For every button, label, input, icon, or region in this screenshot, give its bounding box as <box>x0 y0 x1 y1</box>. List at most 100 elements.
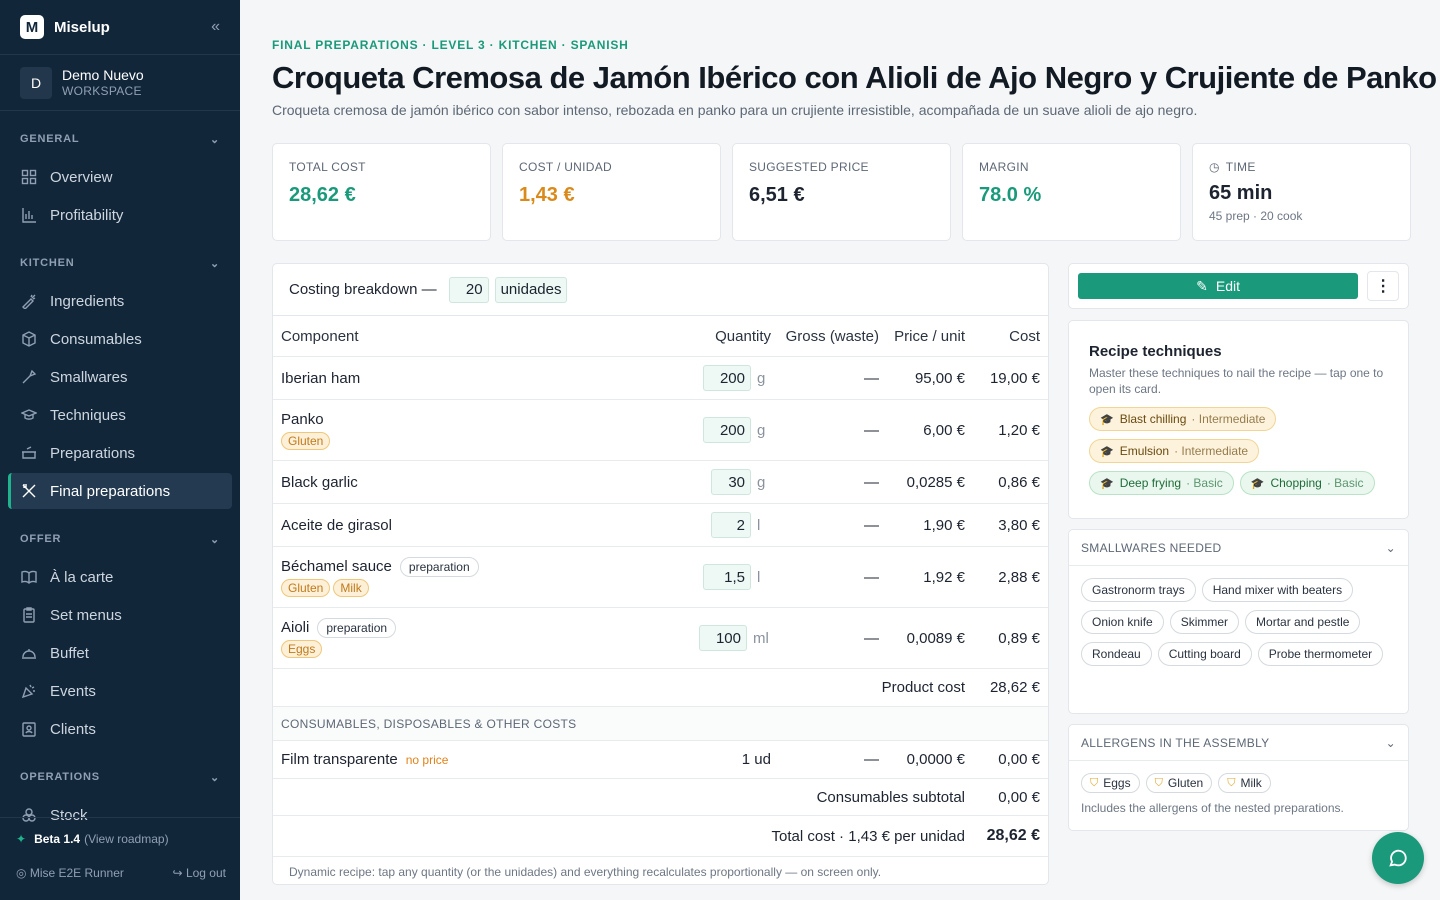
yield-unit-input[interactable]: unidades <box>494 276 568 303</box>
sidebar-item-final-preparations[interactable]: Final preparations <box>8 473 232 509</box>
smallwares-list: Gastronorm trays Hand mixer with beaters… <box>1069 566 1408 678</box>
sidebar-item-buffet[interactable]: Buffet <box>8 635 232 671</box>
consumable-name: Film transparente <box>281 751 398 768</box>
sidebar-item-label: Profitability <box>50 206 124 224</box>
gross-value: — <box>864 568 879 586</box>
product-cost-label: Product cost <box>881 679 965 696</box>
allergens-header[interactable]: ALLERGENS IN THE ASSEMBLY ⌄ <box>1069 725 1408 761</box>
no-price-flag: no price <box>405 753 449 767</box>
app-logo: M <box>20 15 44 39</box>
sidebar-item-overview[interactable]: Overview <box>8 159 232 195</box>
quantity-input[interactable]: 100 <box>699 625 747 651</box>
technique-chip[interactable]: 🎓 Emulsion · Intermediate <box>1089 439 1260 463</box>
price-value: 95,00 € <box>914 369 965 387</box>
smallware-chip[interactable]: Onion knife <box>1081 610 1164 634</box>
quantity-input[interactable]: 2 <box>711 512 751 538</box>
workspace-avatar: D <box>20 66 52 99</box>
party-icon <box>20 682 38 700</box>
allergens-note: Includes the allergens of the nested pre… <box>1081 801 1344 815</box>
sidebar-item-smallwares[interactable]: Smallwares <box>8 359 232 395</box>
smallware-chip[interactable]: Gastronorm trays <box>1081 578 1196 602</box>
sidebar-item-a-la-carte[interactable]: À la carte <box>8 559 232 595</box>
smallware-chip[interactable]: Hand mixer with beaters <box>1201 578 1354 602</box>
smallwares-title: SMALLWARES NEEDED <box>1081 540 1222 555</box>
technique-chip[interactable]: 🎓 Blast chilling · Intermediate <box>1089 407 1277 431</box>
component-name: Panko <box>281 410 324 428</box>
nav-section-general[interactable]: GENERAL ⌄ <box>0 127 240 151</box>
price-value: 0,0000 € <box>906 751 965 768</box>
nav-section-offer[interactable]: OFFER ⌄ <box>0 527 240 551</box>
sidebar-item-set-menus[interactable]: Set menus <box>8 597 232 633</box>
chat-button[interactable] <box>1372 832 1424 884</box>
table-row: Film transparente no price 1 ud — 0,0000 … <box>273 741 1048 779</box>
stat-label: COST / UNIDAD <box>519 160 613 174</box>
product-cost-row: Product cost 28,62 € <box>273 669 1048 707</box>
technique-level: · Intermediate <box>1191 412 1266 426</box>
roadmap-link[interactable]: (View roadmap) <box>84 832 168 846</box>
logout-button[interactable]: ↪ Log out <box>173 866 226 880</box>
allergen-tag: Milk <box>333 578 369 597</box>
stat-subtext: 45 prep · 20 cook <box>1209 209 1303 223</box>
version-badge[interactable]: ✦ Beta 1.4 (View roadmap) <box>16 832 169 846</box>
more-options-button[interactable]: ⋮ <box>1367 271 1399 301</box>
stat-label: TIME <box>1225 160 1256 174</box>
nav-section-title: GENERAL <box>20 133 80 145</box>
quantity-input[interactable]: 200 <box>703 365 751 391</box>
price-value: 1,90 € <box>923 516 965 534</box>
smallwares-header[interactable]: SMALLWARES NEEDED ⌄ <box>1069 530 1408 566</box>
preparation-tag[interactable]: preparation <box>317 617 397 638</box>
unit-label: g <box>757 421 766 439</box>
techniques-title: Recipe techniques <box>1089 343 1222 360</box>
cloche-icon <box>20 644 38 662</box>
gross-value: — <box>864 369 879 387</box>
sidebar-item-events[interactable]: Events <box>8 673 232 709</box>
table-row: Iberian ham 200 g — 95,00 € 19,00 € <box>273 357 1048 400</box>
collapse-sidebar-icon[interactable]: « <box>211 18 220 36</box>
smallware-chip[interactable]: Cutting board <box>1157 642 1252 666</box>
pot-icon <box>20 444 38 462</box>
sidebar-item-label: À la carte <box>50 568 114 586</box>
workspace-switcher[interactable]: D Demo Nuevo WORKSPACE <box>0 55 240 111</box>
smallware-chip[interactable]: Mortar and pestle <box>1245 610 1361 634</box>
stat-margin: MARGIN 78.0 % <box>962 143 1181 241</box>
stat-cost-unit: COST / UNIDAD 1,43 € <box>502 143 721 241</box>
quantity-input[interactable]: 200 <box>703 417 751 443</box>
sidebar-item-profitability[interactable]: Profitability <box>8 197 232 233</box>
gross-value: — <box>864 751 879 768</box>
stat-total-cost: TOTAL COST 28,62 € <box>272 143 491 241</box>
utensils-icon <box>20 482 38 500</box>
table-row: Aioli preparation Eggs 100 ml — 0,0089 € 0… <box>273 608 1048 669</box>
cost-value: 1,20 € <box>998 421 1040 439</box>
table-row: Béchamel sauce preparation Gluten Milk 1,5… <box>273 547 1048 608</box>
sidebar-item-preparations[interactable]: Preparations <box>8 435 232 471</box>
stat-time: ◷ TIME 65 min 45 prep · 20 cook <box>1192 143 1411 241</box>
product-cost-value: 28,62 € <box>989 679 1040 696</box>
allergen-tag: Gluten <box>281 431 331 450</box>
user-menu[interactable]: ◎ Mise E2E Runner <box>16 866 124 880</box>
cost-value: 2,88 € <box>998 568 1040 586</box>
workspace-label: WORKSPACE <box>62 84 142 98</box>
gross-value: — <box>864 629 879 647</box>
edit-button[interactable]: ✎ Edit <box>1078 273 1359 299</box>
smallware-chip[interactable]: Probe thermometer <box>1257 642 1384 666</box>
sidebar-item-ingredients[interactable]: Ingredients <box>8 283 232 319</box>
sidebar-item-consumables[interactable]: Consumables <box>8 321 232 357</box>
technique-chip[interactable]: 🎓 Chopping · Basic <box>1239 471 1375 495</box>
preparation-tag[interactable]: preparation <box>399 556 479 577</box>
yield-quantity-input[interactable]: 20 <box>448 276 489 303</box>
sidebar-item-clients[interactable]: Clients <box>8 711 232 747</box>
boxes-icon <box>20 806 38 824</box>
nav-section-operations[interactable]: OPERATIONS ⌄ <box>0 765 240 789</box>
quantity-input[interactable]: 1,5 <box>703 564 751 590</box>
nav-section-title: OFFER <box>20 533 62 545</box>
table-row: Black garlic 30 g — 0,0285 € 0,86 € <box>273 461 1048 504</box>
stat-value: 65 min <box>1209 182 1273 204</box>
sidebar-item-stock[interactable]: Stock <box>8 797 232 833</box>
smallware-chip[interactable]: Rondeau <box>1081 642 1152 666</box>
technique-chip[interactable]: 🎓 Deep frying · Basic <box>1089 471 1234 495</box>
smallware-chip[interactable]: Skimmer <box>1169 610 1240 634</box>
quantity-input[interactable]: 30 <box>711 469 751 495</box>
nav-section-kitchen[interactable]: KITCHEN ⌄ <box>0 251 240 275</box>
sidebar-item-techniques[interactable]: Techniques <box>8 397 232 433</box>
techniques-list: 🎓 Blast chilling · Intermediate 🎓 Emulsion ·… <box>1089 407 1388 495</box>
